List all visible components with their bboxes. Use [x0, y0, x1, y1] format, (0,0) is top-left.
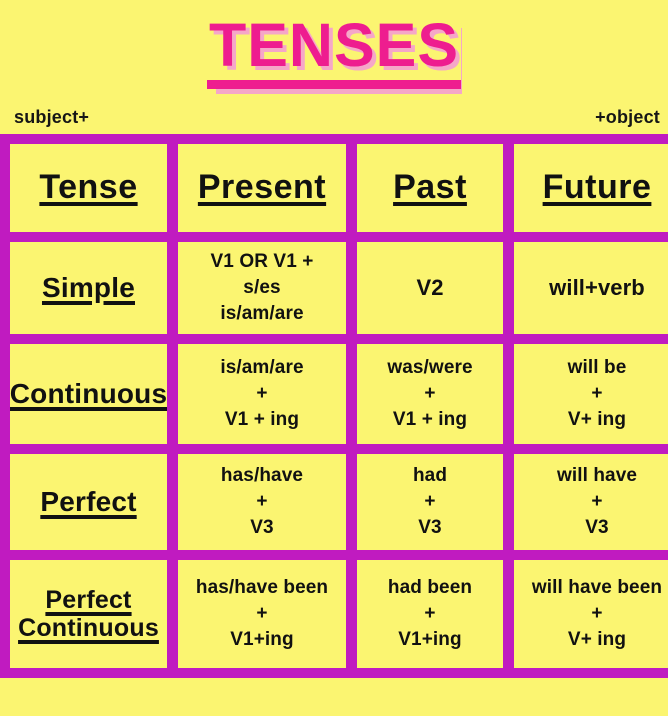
cell-line: V3	[418, 516, 442, 538]
cell-line: +	[591, 603, 603, 625]
title-banner: TENSES	[0, 0, 668, 100]
row-label-cell-perfect: Perfect	[10, 454, 167, 550]
cell-line: V+ ing	[567, 408, 627, 430]
cell-line: had been	[387, 577, 473, 599]
cell-perfect-continuous-past: had been + V1+ing	[357, 560, 503, 668]
cell-line: +	[591, 383, 603, 405]
cell-line: was/were	[387, 357, 473, 379]
table-header-cell-past: Past	[357, 144, 503, 232]
cell-line: has/have been	[195, 577, 329, 599]
cell-perfect-past: had + V3	[357, 454, 503, 550]
cell-line: +	[424, 491, 436, 513]
cell-perfect-continuous-present: has/have been + V1+ing	[178, 560, 346, 668]
table-row: Continuous is/am/are + V1 + ing was/were…	[10, 344, 668, 444]
table-row: Perfect Continuous has/have been + V1+in…	[10, 560, 668, 668]
cell-continuous-future: will be + V+ ing	[514, 344, 668, 444]
table-header-cell-future: Future	[514, 144, 668, 232]
header-label: Tense	[39, 168, 138, 207]
table-header-row: Tense Present Past Future	[10, 144, 668, 232]
row-label-line: Continuous	[18, 614, 159, 642]
row-label: Continuous	[10, 378, 167, 410]
cell-line: V3	[585, 516, 609, 538]
cell-line: +	[424, 383, 436, 405]
header-label: Future	[542, 168, 652, 207]
row-label-cell-simple: Simple	[10, 242, 167, 334]
row-label-cell-continuous: Continuous	[10, 344, 167, 444]
subject-label: subject+	[14, 106, 90, 127]
cell-simple-present: V1 OR V1 + s/es is/am/are	[178, 242, 346, 334]
cell-simple-future: will+verb	[514, 242, 668, 334]
tenses-table: Tense Present Past Future Simple V1 OR V…	[0, 134, 668, 678]
cell-line: V2	[416, 275, 444, 301]
row-label: Perfect	[40, 486, 137, 518]
table-header-cell-present: Present	[178, 144, 346, 232]
table-row: Simple V1 OR V1 + s/es is/am/are V2 will…	[10, 242, 668, 334]
row-label-line: Perfect	[45, 586, 132, 614]
cell-simple-past: V2	[357, 242, 503, 334]
cell-line: +	[256, 383, 268, 405]
cell-line: +	[256, 491, 268, 513]
cell-line: will have been	[531, 577, 663, 599]
table-row: Perfect has/have + V3 had + V3 will have…	[10, 454, 668, 550]
cell-perfect-present: has/have + V3	[178, 454, 346, 550]
table-header-cell-tense: Tense	[10, 144, 167, 232]
row-label-cell-perfect-continuous: Perfect Continuous	[10, 560, 167, 668]
cell-line: V1+ing	[398, 628, 462, 650]
cell-perfect-continuous-future: will have been + V+ ing	[514, 560, 668, 668]
cell-line: V+ ing	[567, 628, 627, 650]
row-label: Simple	[41, 272, 135, 304]
page-title: TENSES	[206, 15, 462, 89]
cell-line: had	[412, 465, 448, 487]
subject-object-labels: subject+ +object	[0, 100, 668, 134]
header-label: Present	[197, 168, 327, 207]
cell-line: +	[591, 491, 603, 513]
cell-line: V1 + ing	[392, 408, 468, 430]
cell-line: +	[424, 603, 436, 625]
cell-line: V1+ing	[230, 628, 294, 650]
header-label: Past	[393, 168, 467, 207]
cell-line: V3	[250, 516, 274, 538]
cell-line: s/es	[243, 277, 281, 299]
cell-line: has/have	[220, 465, 304, 487]
cell-continuous-past: was/were + V1 + ing	[357, 344, 503, 444]
cell-line: V1 OR V1 +	[210, 251, 314, 273]
cell-line: is/am/are	[220, 357, 304, 379]
cell-line: is/am/are	[220, 302, 304, 324]
cell-line: V1 + ing	[224, 408, 300, 430]
object-label: +object	[595, 106, 660, 127]
cell-line: will have	[556, 465, 638, 487]
cell-continuous-present: is/am/are + V1 + ing	[178, 344, 346, 444]
cell-line: +	[256, 603, 268, 625]
cell-line: will be	[567, 357, 627, 379]
cell-line: will+verb	[549, 275, 645, 301]
cell-perfect-future: will have + V3	[514, 454, 668, 550]
